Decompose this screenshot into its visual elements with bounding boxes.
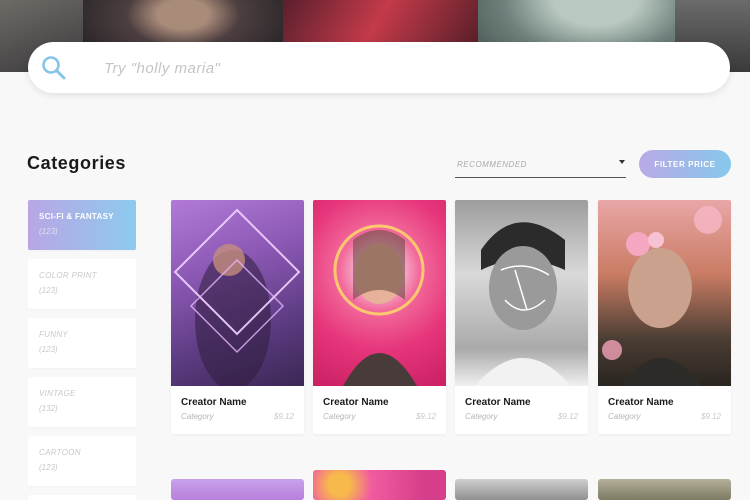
filter-price-button[interactable]: FILTER PRICE (639, 150, 731, 178)
category-name: CARTOON (39, 448, 81, 457)
category-name: COLOR PRINT (39, 271, 97, 280)
category-name: FUNNY (39, 330, 69, 339)
card-image[interactable] (313, 200, 446, 386)
category-count: (132) (39, 404, 58, 413)
sort-dropdown[interactable]: RECOMMENDED (455, 153, 626, 178)
filter-card[interactable] (313, 470, 446, 500)
card-price: $9.12 (273, 412, 294, 421)
creator-name: Creator Name (323, 397, 389, 408)
category-item-color-print[interactable]: COLOR PRINT (123) (28, 259, 136, 309)
sort-selected-value: RECOMMENDED (457, 160, 527, 169)
category-item-sci-fi-fantasy[interactable]: SCI-FI & FANTASY (123) (28, 200, 136, 250)
category-item[interactable] (28, 495, 136, 500)
filter-card[interactable]: Creator Name Category $9.12 (171, 200, 304, 434)
category-count: (123) (39, 463, 58, 472)
filter-card[interactable]: Creator Name Category $9.12 (455, 200, 588, 434)
filter-card[interactable] (598, 479, 731, 500)
category-name: SCI-FI & FANTASY (39, 212, 114, 221)
card-category: Category (465, 412, 498, 421)
category-item-cartoon[interactable]: CARTOON (123) (28, 436, 136, 486)
card-category: Category (608, 412, 641, 421)
category-item-vintage[interactable]: VINTAGE (132) (28, 377, 136, 427)
card-price: $9.12 (700, 412, 721, 421)
filter-card[interactable]: Creator Name Category $9.12 (598, 200, 731, 434)
creator-name: Creator Name (465, 397, 531, 408)
category-item-funny[interactable]: FUNNY (123) (28, 318, 136, 368)
creator-name: Creator Name (181, 397, 247, 408)
category-name: VINTAGE (39, 389, 76, 398)
search-bar[interactable] (28, 42, 730, 93)
category-count: (123) (39, 227, 58, 236)
card-image[interactable] (455, 200, 588, 386)
card-price: $9.12 (557, 412, 578, 421)
category-count: (123) (39, 345, 58, 354)
card-image[interactable] (171, 200, 304, 390)
creator-name: Creator Name (608, 397, 674, 408)
filter-card[interactable] (455, 479, 588, 500)
filter-card[interactable]: Creator Name Category $9.12 (313, 200, 446, 434)
page-title: Categories (27, 153, 127, 173)
search-icon[interactable] (40, 54, 68, 82)
filter-card[interactable] (171, 479, 304, 500)
card-category: Category (323, 412, 356, 421)
category-count: (123) (39, 286, 58, 295)
card-category: Category (181, 412, 214, 421)
search-input[interactable] (104, 56, 704, 80)
card-image[interactable] (598, 200, 731, 386)
card-price: $9.12 (415, 412, 436, 421)
chevron-down-icon[interactable] (619, 160, 625, 164)
